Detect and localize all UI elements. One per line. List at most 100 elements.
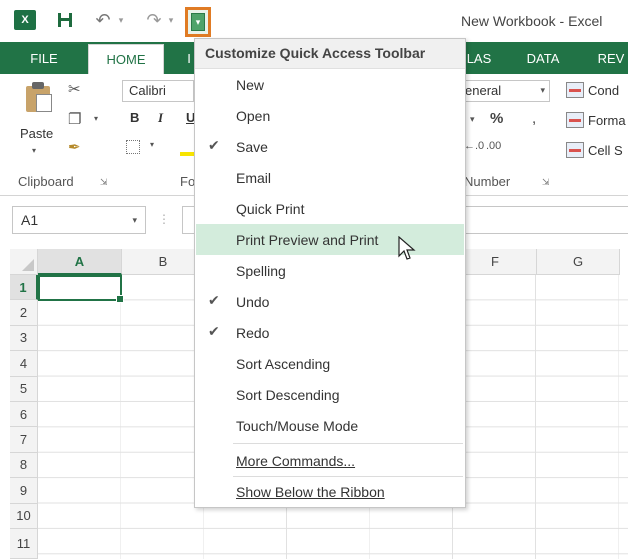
menu-item-more-commands[interactable]: More Commands... — [196, 445, 464, 476]
column-header-a[interactable]: A — [38, 249, 122, 275]
checkmark-icon: ✔ — [208, 323, 220, 339]
tab-review[interactable]: REV — [594, 42, 628, 74]
cell-styles-icon — [566, 142, 584, 158]
row-header-6[interactable]: 6 — [10, 402, 38, 428]
comma-button[interactable]: , — [532, 110, 536, 127]
cell-styles-button[interactable]: Cell S — [566, 142, 623, 158]
number-group-label: Number — [464, 174, 511, 189]
save-icon[interactable] — [54, 8, 76, 32]
fill-color-icon[interactable] — [180, 138, 194, 156]
format-as-table-button[interactable]: Forma — [566, 112, 626, 128]
customize-qat-menu: Customize Quick Access Toolbar New Open … — [194, 38, 466, 508]
tab-file[interactable]: FILE — [14, 42, 74, 74]
menu-item-label: Save — [236, 138, 268, 155]
customize-qat-button[interactable]: ▾ — [185, 7, 211, 37]
name-box[interactable]: A1 ▾ — [12, 206, 146, 234]
bold-button[interactable]: B — [130, 110, 139, 125]
checkmark-icon: ✔ — [208, 137, 220, 153]
name-box-dropdown-icon[interactable]: ▾ — [132, 215, 137, 226]
menu-item-label: Open — [236, 107, 271, 124]
tab-formulas[interactable]: LAS — [464, 42, 494, 74]
undo-icon[interactable]: ↶ — [92, 8, 114, 32]
menu-item-print-preview[interactable]: Print Preview and Print — [196, 224, 464, 255]
row-header-10[interactable]: 10 — [10, 503, 38, 529]
menu-item-email[interactable]: Email — [196, 162, 464, 193]
cut-icon[interactable]: ✂ — [68, 80, 81, 98]
conditional-formatting-label: Cond — [588, 82, 620, 98]
row-header-2[interactable]: 2 — [10, 300, 38, 326]
tab-data[interactable]: DATA — [520, 42, 566, 74]
menu-item-touch-mouse-mode[interactable]: Touch/Mouse Mode — [196, 410, 464, 441]
cell-styles-label: Cell S — [588, 142, 623, 158]
menu-item-label: Print Preview and Print — [236, 231, 379, 248]
number-launcher-icon[interactable]: ⇲ — [542, 177, 550, 188]
borders-dropdown-icon[interactable]: ▾ — [150, 140, 154, 149]
formula-bar-separator: ⋮ — [158, 212, 170, 226]
menu-item-label: Sort Descending — [236, 386, 340, 403]
number-format-box[interactable]: eneral ▾ — [458, 80, 550, 102]
menu-item-sort-ascending[interactable]: Sort Ascending — [196, 348, 464, 379]
row-header-11[interactable]: 11 — [10, 529, 38, 559]
tab-home[interactable]: HOME — [88, 44, 164, 74]
mouse-pointer-icon — [398, 236, 416, 260]
menu-item-save[interactable]: ✔ Save — [196, 131, 464, 162]
menu-item-label: Quick Print — [236, 200, 305, 217]
number-format-value: eneral — [465, 83, 502, 98]
window-title: New Workbook - Excel — [461, 13, 603, 29]
redo-dropdown-icon[interactable]: ▾ — [166, 8, 176, 32]
font-name-box[interactable]: Calibri — [122, 80, 194, 102]
row-header-9[interactable]: 9 — [10, 478, 38, 504]
column-header-g[interactable]: G — [537, 249, 620, 275]
copy-icon[interactable]: ❐ — [68, 110, 81, 128]
row-header-7[interactable]: 7 — [10, 427, 38, 453]
clipboard-launcher-icon[interactable]: ⇲ — [100, 177, 108, 188]
menu-item-show-below-ribbon[interactable]: Show Below the Ribbon — [196, 476, 464, 507]
select-all-corner[interactable] — [10, 249, 38, 275]
row-header-4[interactable]: 4 — [10, 351, 38, 377]
menu-item-label: Redo — [236, 324, 270, 341]
menu-item-quick-print[interactable]: Quick Print — [196, 193, 464, 224]
menu-item-label: Sort Ascending — [236, 355, 331, 372]
font-group-label: Fo — [180, 174, 196, 189]
menu-item-open[interactable]: Open — [196, 100, 464, 131]
percent-button[interactable]: % — [490, 110, 503, 127]
undo-dropdown-icon[interactable]: ▾ — [116, 8, 126, 32]
checkmark-icon: ✔ — [208, 292, 220, 308]
row-header-5[interactable]: 5 — [10, 376, 38, 402]
row-header-3[interactable]: 3 — [10, 325, 38, 352]
accounting-dropdown-icon[interactable]: ▾ — [470, 114, 475, 125]
format-painter-icon[interactable]: ✒ — [68, 138, 81, 156]
menu-item-sort-descending[interactable]: Sort Descending — [196, 379, 464, 410]
paste-button[interactable]: Paste — [20, 126, 53, 141]
menu-separator — [233, 443, 463, 444]
format-as-table-icon — [566, 112, 584, 128]
excel-logo-icon: X — [14, 10, 36, 30]
paste-icon[interactable] — [24, 82, 54, 112]
menu-item-undo[interactable]: ✔ Undo — [196, 286, 464, 317]
borders-icon[interactable] — [126, 140, 140, 154]
menu-item-label: More Commands... — [236, 452, 356, 469]
copy-dropdown-icon[interactable]: ▾ — [94, 114, 98, 123]
italic-button[interactable]: I — [158, 110, 163, 126]
paste-dropdown-icon[interactable]: ▾ — [32, 146, 36, 155]
active-cell-a1[interactable] — [38, 275, 124, 303]
increase-decimal-button[interactable]: ←.0 — [464, 140, 484, 152]
menu-item-new[interactable]: New — [196, 69, 464, 100]
row-header-1[interactable]: 1 — [10, 275, 38, 301]
name-box-value: A1 — [21, 212, 39, 228]
menu-item-label: Email — [236, 169, 272, 186]
row-header-8[interactable]: 8 — [10, 452, 38, 479]
menu-item-label: Undo — [236, 293, 270, 310]
number-format-dropdown-icon[interactable]: ▾ — [540, 85, 545, 96]
redo-icon[interactable]: ↷ — [143, 8, 165, 32]
menu-item-label: Spelling — [236, 262, 286, 279]
conditional-formatting-button[interactable]: Cond — [566, 82, 619, 98]
conditional-formatting-icon — [566, 82, 584, 98]
format-as-table-label: Forma — [588, 112, 626, 128]
menu-item-redo[interactable]: ✔ Redo — [196, 317, 464, 348]
column-header-f[interactable]: F — [454, 249, 537, 275]
decrease-decimal-button[interactable]: .00 — [486, 140, 501, 152]
clipboard-group-label: Clipboard — [18, 174, 74, 189]
menu-item-spelling[interactable]: Spelling — [196, 255, 464, 286]
column-header-b[interactable]: B — [122, 249, 205, 275]
